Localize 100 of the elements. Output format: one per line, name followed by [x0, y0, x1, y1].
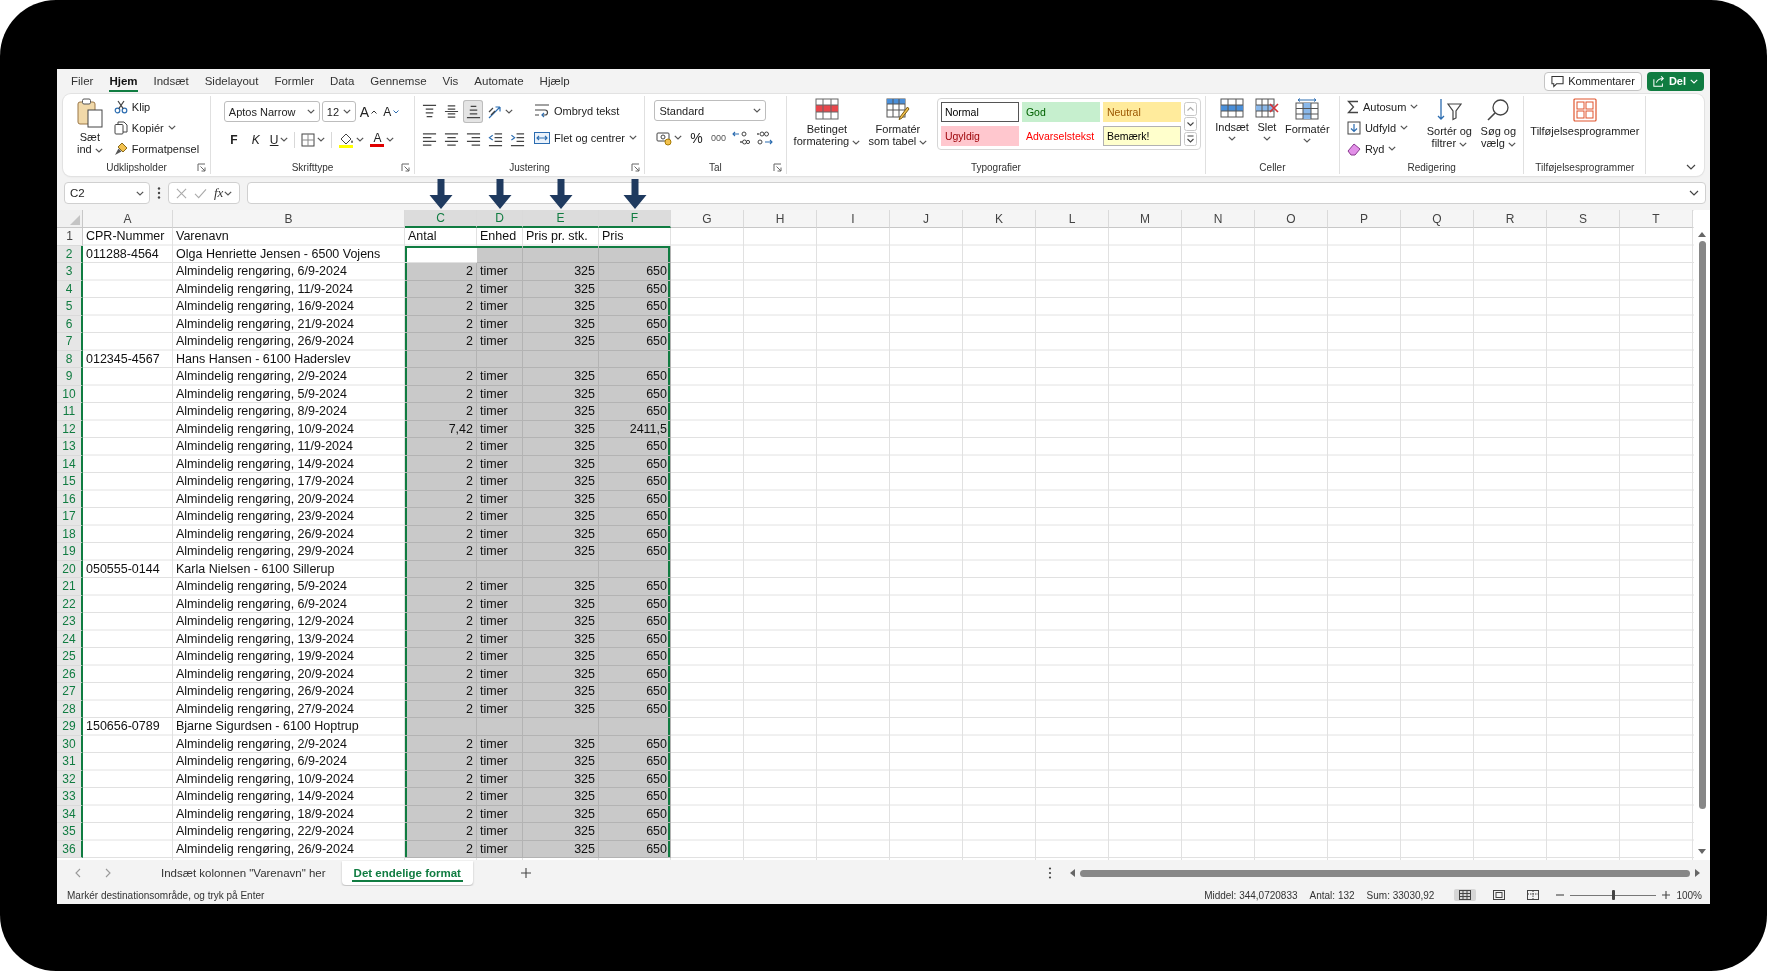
dialog-launcher-icon[interactable]: [401, 163, 410, 172]
column-header[interactable]: O: [1255, 210, 1328, 228]
row-header[interactable]: 25: [57, 648, 83, 666]
column-header[interactable]: A: [83, 210, 173, 228]
row-header[interactable]: 21: [57, 578, 83, 596]
column-header[interactable]: J: [890, 210, 963, 228]
cell-style-option[interactable]: Normal: [940, 102, 1019, 122]
menu-tab[interactable]: Formler: [266, 70, 322, 92]
column-header[interactable]: C: [405, 210, 477, 228]
merge-center-button[interactable]: Flet og centrer: [531, 127, 640, 148]
column-header[interactable]: I: [817, 210, 890, 228]
cut-button[interactable]: Klip: [110, 96, 154, 117]
column-header[interactable]: N: [1182, 210, 1255, 228]
find-select-button[interactable]: Søg og vælg: [1477, 96, 1520, 151]
row-header[interactable]: 5: [57, 298, 83, 316]
italic-button[interactable]: K: [245, 128, 266, 151]
zoom-percentage[interactable]: 100%: [1676, 889, 1702, 901]
more-chevron-icon[interactable]: [1183, 132, 1197, 146]
scrollbar-thumb[interactable]: [1080, 869, 1690, 877]
format-cells-button[interactable]: Formatér: [1282, 96, 1332, 145]
dialog-launcher-icon[interactable]: [772, 163, 782, 172]
chevron-down-icon[interactable]: [1686, 164, 1696, 170]
column-header[interactable]: R: [1474, 210, 1547, 228]
row-header[interactable]: 19: [57, 543, 83, 561]
menu-tab[interactable]: Vis: [434, 70, 467, 92]
zoom-slider-thumb[interactable]: [1611, 890, 1615, 900]
row-header[interactable]: 3: [57, 263, 83, 281]
row-header[interactable]: 1: [57, 228, 83, 246]
dialog-launcher-icon[interactable]: [197, 163, 206, 172]
copy-button[interactable]: Kopiér: [110, 117, 179, 138]
cell-style-option[interactable]: Ugyldig: [940, 126, 1019, 146]
paste-button[interactable]: Sæt ind: [70, 96, 109, 157]
row-header[interactable]: 9: [57, 368, 83, 386]
triangle-left-icon[interactable]: [1070, 869, 1075, 877]
format-as-table-button[interactable]: Formatér som tabel: [864, 96, 931, 149]
column-header[interactable]: D: [477, 210, 523, 228]
triangle-down-icon[interactable]: [1698, 849, 1706, 854]
row-header[interactable]: 23: [57, 613, 83, 631]
row-header[interactable]: 17: [57, 508, 83, 526]
menu-tab[interactable]: Data: [322, 70, 363, 92]
grow-font-button[interactable]: A: [357, 100, 380, 123]
chevron-down-icon[interactable]: [1689, 190, 1699, 196]
menu-tab[interactable]: Filer: [63, 70, 102, 92]
row-header[interactable]: 13: [57, 438, 83, 456]
row-header[interactable]: 35: [57, 823, 83, 841]
row-header[interactable]: 29: [57, 718, 83, 736]
row-header[interactable]: 7: [57, 333, 83, 351]
column-header[interactable]: L: [1036, 210, 1109, 228]
column-header[interactable]: T: [1620, 210, 1693, 228]
align-bottom-button[interactable]: [463, 100, 483, 123]
cell-style-option[interactable]: Bemærk!: [1102, 126, 1181, 146]
column-header[interactable]: B: [173, 210, 405, 228]
wrap-text-button[interactable]: Ombryd tekst: [531, 100, 623, 121]
dialog-launcher-icon[interactable]: [630, 163, 640, 172]
delete-cells-button[interactable]: Slet: [1252, 96, 1281, 143]
sheet-tab[interactable]: Det endelige format: [341, 861, 473, 885]
shrink-font-button[interactable]: A: [381, 100, 402, 123]
minus-icon[interactable]: [1556, 894, 1565, 896]
column-header[interactable]: G: [671, 210, 744, 228]
number-format-dropdown[interactable]: Standard: [654, 100, 767, 121]
menu-tab[interactable]: Indsæt: [145, 70, 197, 92]
column-header[interactable]: M: [1109, 210, 1182, 228]
column-header[interactable]: S: [1547, 210, 1620, 228]
row-header[interactable]: 31: [57, 753, 83, 771]
share-button[interactable]: Del: [1646, 71, 1704, 91]
more-options-icon[interactable]: [157, 187, 161, 199]
chevron-right-icon[interactable]: [105, 868, 111, 878]
plus-icon[interactable]: [1662, 891, 1671, 899]
cell-style-option[interactable]: God: [1021, 102, 1100, 122]
more-options-icon[interactable]: [1048, 867, 1052, 879]
menu-tab[interactable]: Gennemse: [362, 70, 435, 92]
sheet-tab[interactable]: Indsæt kolonnen "Varenavn" her: [149, 861, 338, 885]
format-painter-button[interactable]: Formatpensel: [110, 138, 203, 159]
insert-cells-button[interactable]: Indsæt: [1213, 96, 1251, 143]
scrollbar-thumb[interactable]: [1698, 241, 1706, 809]
comments-button[interactable]: Kommentarer: [1544, 71, 1642, 91]
menu-tab[interactable]: Automate: [466, 70, 532, 92]
clear-button[interactable]: Ryd: [1343, 138, 1400, 159]
percent-button[interactable]: %: [686, 126, 707, 149]
fill-button[interactable]: Udfyld: [1343, 117, 1412, 138]
menu-tab[interactable]: Sidelayout: [196, 70, 267, 92]
row-header[interactable]: 27: [57, 683, 83, 701]
triangle-up-icon[interactable]: [1698, 232, 1706, 237]
font-size-dropdown[interactable]: 12: [321, 101, 356, 122]
column-header[interactable]: F: [599, 210, 671, 228]
cell-style-option[interactable]: Neutral: [1102, 102, 1181, 122]
check-icon[interactable]: [193, 187, 207, 199]
add-ins-button[interactable]: Tilføjelsesprogrammer: [1528, 96, 1642, 139]
conditional-formatting-button[interactable]: Betinget formatering: [790, 96, 863, 149]
column-header[interactable]: K: [963, 210, 1036, 228]
row-header[interactable]: 15: [57, 473, 83, 491]
column-header[interactable]: P: [1328, 210, 1401, 228]
column-header[interactable]: Q: [1401, 210, 1474, 228]
triangle-right-icon[interactable]: [1695, 869, 1700, 877]
sort-filter-button[interactable]: Sortér og filtrer: [1423, 96, 1476, 151]
underline-button[interactable]: U: [267, 128, 291, 151]
font-dropdown[interactable]: Aptos Narrow: [223, 101, 320, 122]
font-color-button[interactable]: A: [368, 128, 397, 151]
column-header[interactable]: E: [523, 210, 599, 228]
autosum-button[interactable]: Autosum: [1343, 96, 1422, 117]
